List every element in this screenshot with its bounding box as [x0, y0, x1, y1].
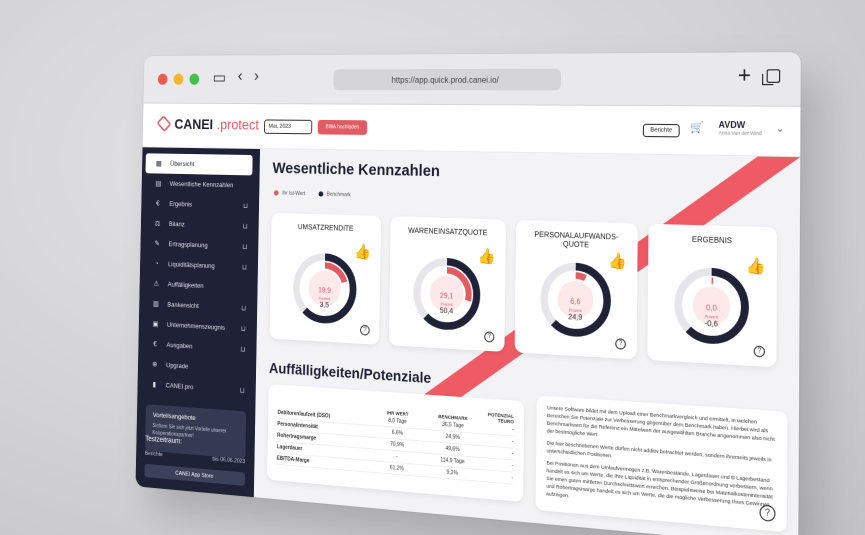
help-icon[interactable]: ?	[759, 504, 776, 523]
chevron-down-icon[interactable]: ⌄	[776, 123, 785, 136]
user-menu[interactable]: AVDW Anna Van der Wind	[718, 120, 761, 136]
table-cell: -	[511, 462, 514, 470]
table-cell: -	[511, 426, 514, 434]
table-cell: -	[511, 450, 514, 458]
cart-icon: ⊔	[239, 387, 245, 395]
reports-button[interactable]: Berichte	[642, 123, 680, 138]
kpi-title: WARENEINSATZQUOTE	[408, 227, 488, 238]
alert-icon: ⚠	[153, 280, 160, 288]
forward-icon[interactable]: ›	[254, 67, 259, 85]
euro-icon: €	[156, 199, 160, 208]
kpi-card[interactable]: ERGEBNIS 👍 0,0 Prozent -0,6?	[647, 223, 778, 368]
table-cell: 9,2%	[446, 469, 459, 477]
sidebar-item-label: Upgrade	[166, 361, 189, 371]
chart-icon: ▮	[152, 381, 157, 389]
sidebar-item-label: Wesentliche Kennzahlen	[169, 180, 234, 189]
sidebar-item-label: Liquiditätsplanung	[168, 260, 215, 270]
table-cell: 70,9%	[390, 441, 405, 449]
sidebar-item-label: Ergebnis	[169, 200, 193, 208]
sidebar-nav: ▦ Übersicht ▤ Wesentliche Kennzahlen € Ergebn…	[137, 153, 260, 402]
sidebar-item[interactable]: ▦ Übersicht	[145, 153, 253, 176]
logo[interactable]: CANEI .protect	[156, 115, 260, 133]
table-cell: -	[511, 474, 514, 482]
back-icon[interactable]: ‹	[238, 68, 243, 86]
kpi-title: PERSONALAUFWANDS-QUOTE	[534, 231, 619, 250]
monitor-perspective: ▭ ‹ › https://app.quick.prod.canei.io/ +…	[0, 0, 865, 535]
sidebar-item-label: Auffälligkeiten	[167, 280, 204, 290]
address-bar[interactable]: https://app.quick.prod.canei.io/	[333, 68, 562, 91]
legend: Ihr Ist-Wert Benchmark	[273, 190, 351, 198]
cart-icon: ⊔	[242, 243, 248, 252]
table-cell: -	[396, 453, 398, 461]
cart-icon: ⊔	[242, 223, 248, 231]
cart-icon: ⊔	[241, 264, 248, 272]
plan-icon: ✎	[154, 240, 160, 248]
help-icon[interactable]: ?	[484, 331, 495, 343]
date-picker[interactable]: Mai, 2023	[263, 119, 313, 135]
kpi-title: ERGEBNIS	[691, 236, 733, 246]
trial-label: Berichte	[144, 450, 163, 459]
main-content: Wesentliche Kennzahlen Ihr Ist-Wert Benc…	[253, 149, 801, 535]
kpi-card[interactable]: UMSATZRENDITE 👍 19,9 Prozent 3,5?	[269, 212, 382, 345]
browser-chrome: ▭ ‹ › https://app.quick.prod.canei.io/ +	[143, 52, 801, 107]
browser-window: ▭ ‹ › https://app.quick.prod.canei.io/ +…	[135, 52, 801, 535]
table-cell: -	[511, 438, 514, 446]
sidebar-item-label: Übersicht	[170, 160, 195, 168]
bank-icon: ▥	[152, 300, 159, 309]
balance-icon: ⚖	[154, 220, 161, 228]
close-dot[interactable]	[157, 73, 168, 85]
help-icon[interactable]: ?	[360, 324, 370, 336]
legend-benchmark: Benchmark	[318, 191, 351, 198]
page-title: Wesentliche Kennzahlen	[272, 159, 441, 181]
logo-mark-icon	[156, 115, 172, 133]
user-subtitle: Anna Van der Wind	[718, 130, 762, 137]
app-store-button[interactable]: CANEI App Store	[144, 463, 246, 486]
table-cell: 6,6%	[391, 429, 403, 437]
cart-icon: ⊔	[240, 325, 246, 334]
date-value: Mai, 2023	[268, 123, 291, 130]
sidebar-item-label: Unternehmenszeugnis	[166, 321, 226, 332]
logo-text: CANEI	[174, 115, 214, 133]
table-cell: 8,0 Tage	[388, 417, 407, 426]
window-controls	[157, 73, 200, 85]
kpi-card[interactable]: PERSONALAUFWANDS-QUOTE 👍 6,6 Prozent 24,9?	[514, 219, 638, 360]
info-card: Unsere Software bildet mit dem Upload ei…	[535, 395, 788, 533]
upload-bwa-button[interactable]: BWA hochladen	[317, 119, 368, 135]
new-tab-icon[interactable]: +	[738, 64, 751, 90]
cart-icon[interactable]: 🛒	[690, 122, 704, 134]
cart-icon: ⊔	[240, 346, 246, 354]
certificate-icon: ▣	[152, 320, 159, 329]
user-name: AVDW	[718, 119, 746, 131]
sidebar: ▦ Übersicht ▤ Wesentliche Kennzahlen € Ergebn…	[135, 147, 261, 498]
tabs-overview-icon[interactable]	[766, 69, 781, 83]
sidebar-toggle-icon[interactable]: ▭	[212, 68, 226, 88]
grid-icon: ▦	[155, 160, 162, 168]
cart-icon: ⊔	[241, 305, 247, 313]
table-icon: ▤	[155, 180, 162, 188]
euro-icon: €	[153, 340, 157, 348]
kpi-cards: UMSATZRENDITE 👍 19,9 Prozent 3,5? WARENEINSAT…	[269, 212, 778, 368]
minimize-dot[interactable]	[173, 73, 184, 85]
help-icon[interactable]: ?	[615, 338, 626, 350]
section-title: Auffälligkeiten/Potenziale	[268, 359, 432, 387]
sidebar-item-label: Bankensicht	[167, 300, 199, 310]
legend-ist: Ihr Ist-Wert	[273, 190, 305, 197]
trial-until: bis 06.06.2023	[212, 456, 246, 466]
kpi-card[interactable]: WARENEINSATZQUOTE 👍 29,1 Prozent 50,4?	[388, 216, 506, 352]
logo-accent: .protect	[216, 116, 260, 133]
sidebar-item-label: Bilanz	[168, 220, 185, 228]
table-cell: 36,5 Tage	[441, 421, 464, 430]
potentials-table: IHR WERT BENCHMARK POTENZIAL TEURO Debit…	[267, 384, 525, 503]
help-icon[interactable]: ?	[753, 345, 766, 358]
sidebar-item-label: Ertragsplanung	[168, 240, 208, 250]
kpi-title: UMSATZRENDITE	[297, 223, 354, 233]
upgrade-icon: ⊕	[152, 361, 158, 369]
sidebar-item-label: Ausgaben	[166, 341, 193, 350]
cart-icon: ⊔	[243, 202, 249, 211]
liquidity-icon: ◔	[154, 260, 159, 268]
table-cell: 61,2%	[389, 464, 404, 473]
maximize-dot[interactable]	[189, 73, 200, 85]
sidebar-item-label: CANEI.pro	[165, 381, 194, 391]
